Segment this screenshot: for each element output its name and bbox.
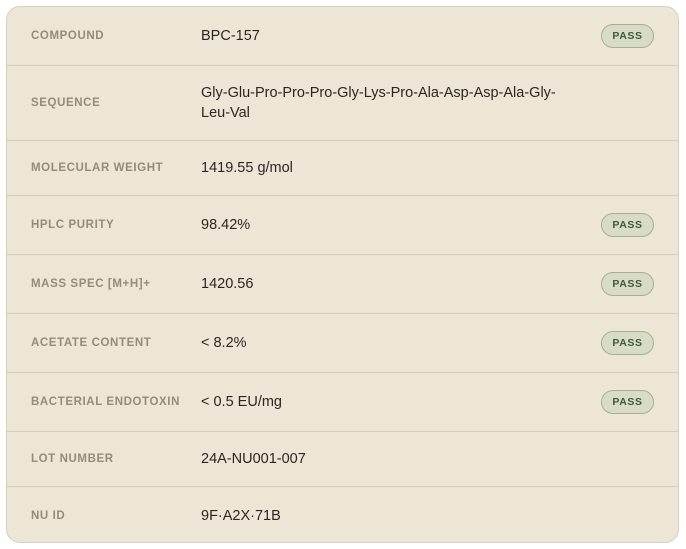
row-value: 1420.56 (201, 276, 254, 292)
row-label: LOT NUMBER (31, 453, 114, 465)
spec-table-card: COMPOUND BPC-157 PASS SEQUENCE Gly-Glu-P… (6, 6, 679, 543)
row-label: COMPOUND (31, 30, 105, 42)
table-row-molecular-weight: MOLECULAR WEIGHT 1419.55 g/mol (7, 141, 678, 196)
row-label: SEQUENCE (31, 97, 101, 109)
row-value: < 8.2% (201, 335, 247, 351)
pass-badge: PASS (601, 24, 654, 48)
row-label: MASS SPEC [M+H]+ (31, 278, 151, 290)
table-row-hplc-purity: HPLC PURITY 98.42% PASS (7, 196, 678, 255)
table-row-compound: COMPOUND BPC-157 PASS (7, 7, 678, 66)
table-row-nu-id: NU ID 9F·A2X·71B (7, 487, 678, 542)
row-label: HPLC PURITY (31, 219, 115, 231)
table-row-mass-spec: MASS SPEC [M+H]+ 1420.56 PASS (7, 255, 678, 314)
table-row-bacterial-endotoxin: BACTERIAL ENDOTOXIN < 0.5 EU/mg PASS (7, 373, 678, 432)
row-value: Gly-Glu-Pro-Pro-Pro-Gly-Lys-Pro-Ala-Asp-… (201, 85, 556, 121)
row-label: MOLECULAR WEIGHT (31, 162, 164, 174)
pass-badge: PASS (601, 213, 654, 237)
table-row-lot-number: LOT NUMBER 24A-NU001-007 (7, 432, 678, 487)
row-value: BPC-157 (201, 28, 260, 44)
table-row-acetate-content: ACETATE CONTENT < 8.2% PASS (7, 314, 678, 373)
row-value: 9F·A2X·71B (201, 507, 281, 524)
row-value: 98.42% (201, 217, 251, 233)
row-label: NU ID (31, 509, 66, 522)
row-value: 24A-NU001-007 (201, 451, 306, 467)
table-row-sequence: SEQUENCE Gly-Glu-Pro-Pro-Pro-Gly-Lys-Pro… (7, 66, 678, 141)
row-label: ACETATE CONTENT (31, 337, 152, 349)
row-label: BACTERIAL ENDOTOXIN (31, 396, 180, 408)
pass-badge: PASS (601, 272, 654, 296)
row-value: < 0.5 EU/mg (201, 394, 282, 410)
pass-badge: PASS (601, 331, 654, 355)
row-value: 1419.55 g/mol (201, 160, 293, 176)
pass-badge: PASS (601, 390, 654, 414)
